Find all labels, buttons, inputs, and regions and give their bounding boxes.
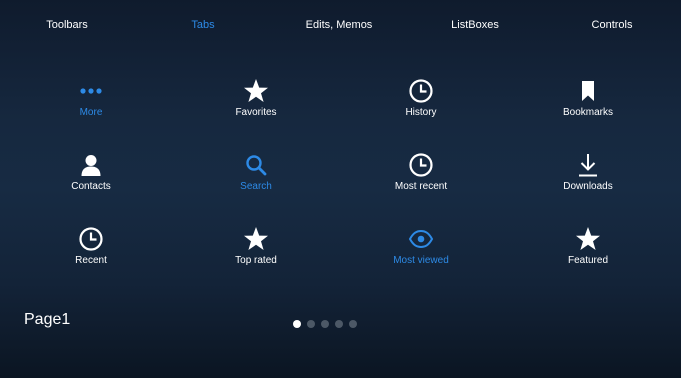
eye-icon	[408, 226, 434, 252]
bookmark-icon	[575, 78, 601, 104]
tab-recent[interactable]: Recent	[31, 226, 151, 286]
tab-more[interactable]: More	[31, 78, 151, 138]
page-dot-4[interactable]	[335, 320, 343, 328]
star-icon	[575, 226, 601, 252]
clock-icon	[408, 152, 434, 178]
tab-label: Featured	[567, 255, 609, 266]
search-icon	[243, 152, 269, 178]
more-icon	[78, 78, 104, 104]
page-dot-3[interactable]	[321, 320, 329, 328]
tab-favorites[interactable]: Favorites	[196, 78, 316, 138]
tab-search[interactable]: Search	[196, 152, 316, 212]
tab-label: Downloads	[563, 181, 613, 192]
tab-downloads[interactable]: Downloads	[528, 152, 648, 212]
clock-icon	[408, 78, 434, 104]
page-label: Page1	[24, 311, 71, 328]
tab-bookmarks[interactable]: Bookmarks	[528, 78, 648, 138]
tab-label: History	[405, 107, 437, 118]
tab-label: Most recent	[394, 181, 448, 192]
star-icon	[243, 78, 269, 104]
tab-label: Search	[240, 181, 272, 192]
tab-label: Recent	[75, 255, 107, 266]
tab-label: Favorites	[235, 107, 277, 118]
clock-icon	[78, 226, 104, 252]
page-dot-5[interactable]	[349, 320, 357, 328]
tab-contacts[interactable]: Contacts	[31, 152, 151, 212]
tab-grid: More Favorites History Bookmarks Contact…	[0, 0, 681, 300]
person-icon	[78, 152, 104, 178]
page-dot-2[interactable]	[307, 320, 315, 328]
tab-history[interactable]: History	[361, 78, 481, 138]
page-dot-1[interactable]	[293, 320, 301, 328]
tab-label: Contacts	[71, 181, 111, 192]
tab-top-rated[interactable]: Top rated	[196, 226, 316, 286]
tab-most-recent[interactable]: Most recent	[361, 152, 481, 212]
tab-label: More	[79, 107, 103, 118]
download-icon	[575, 152, 601, 178]
tab-label: Most viewed	[393, 255, 449, 266]
tab-label: Top rated	[235, 255, 277, 266]
tab-most-viewed[interactable]: Most viewed	[361, 226, 481, 286]
star-icon	[243, 226, 269, 252]
tab-label: Bookmarks	[562, 107, 613, 118]
tab-featured[interactable]: Featured	[528, 226, 648, 286]
